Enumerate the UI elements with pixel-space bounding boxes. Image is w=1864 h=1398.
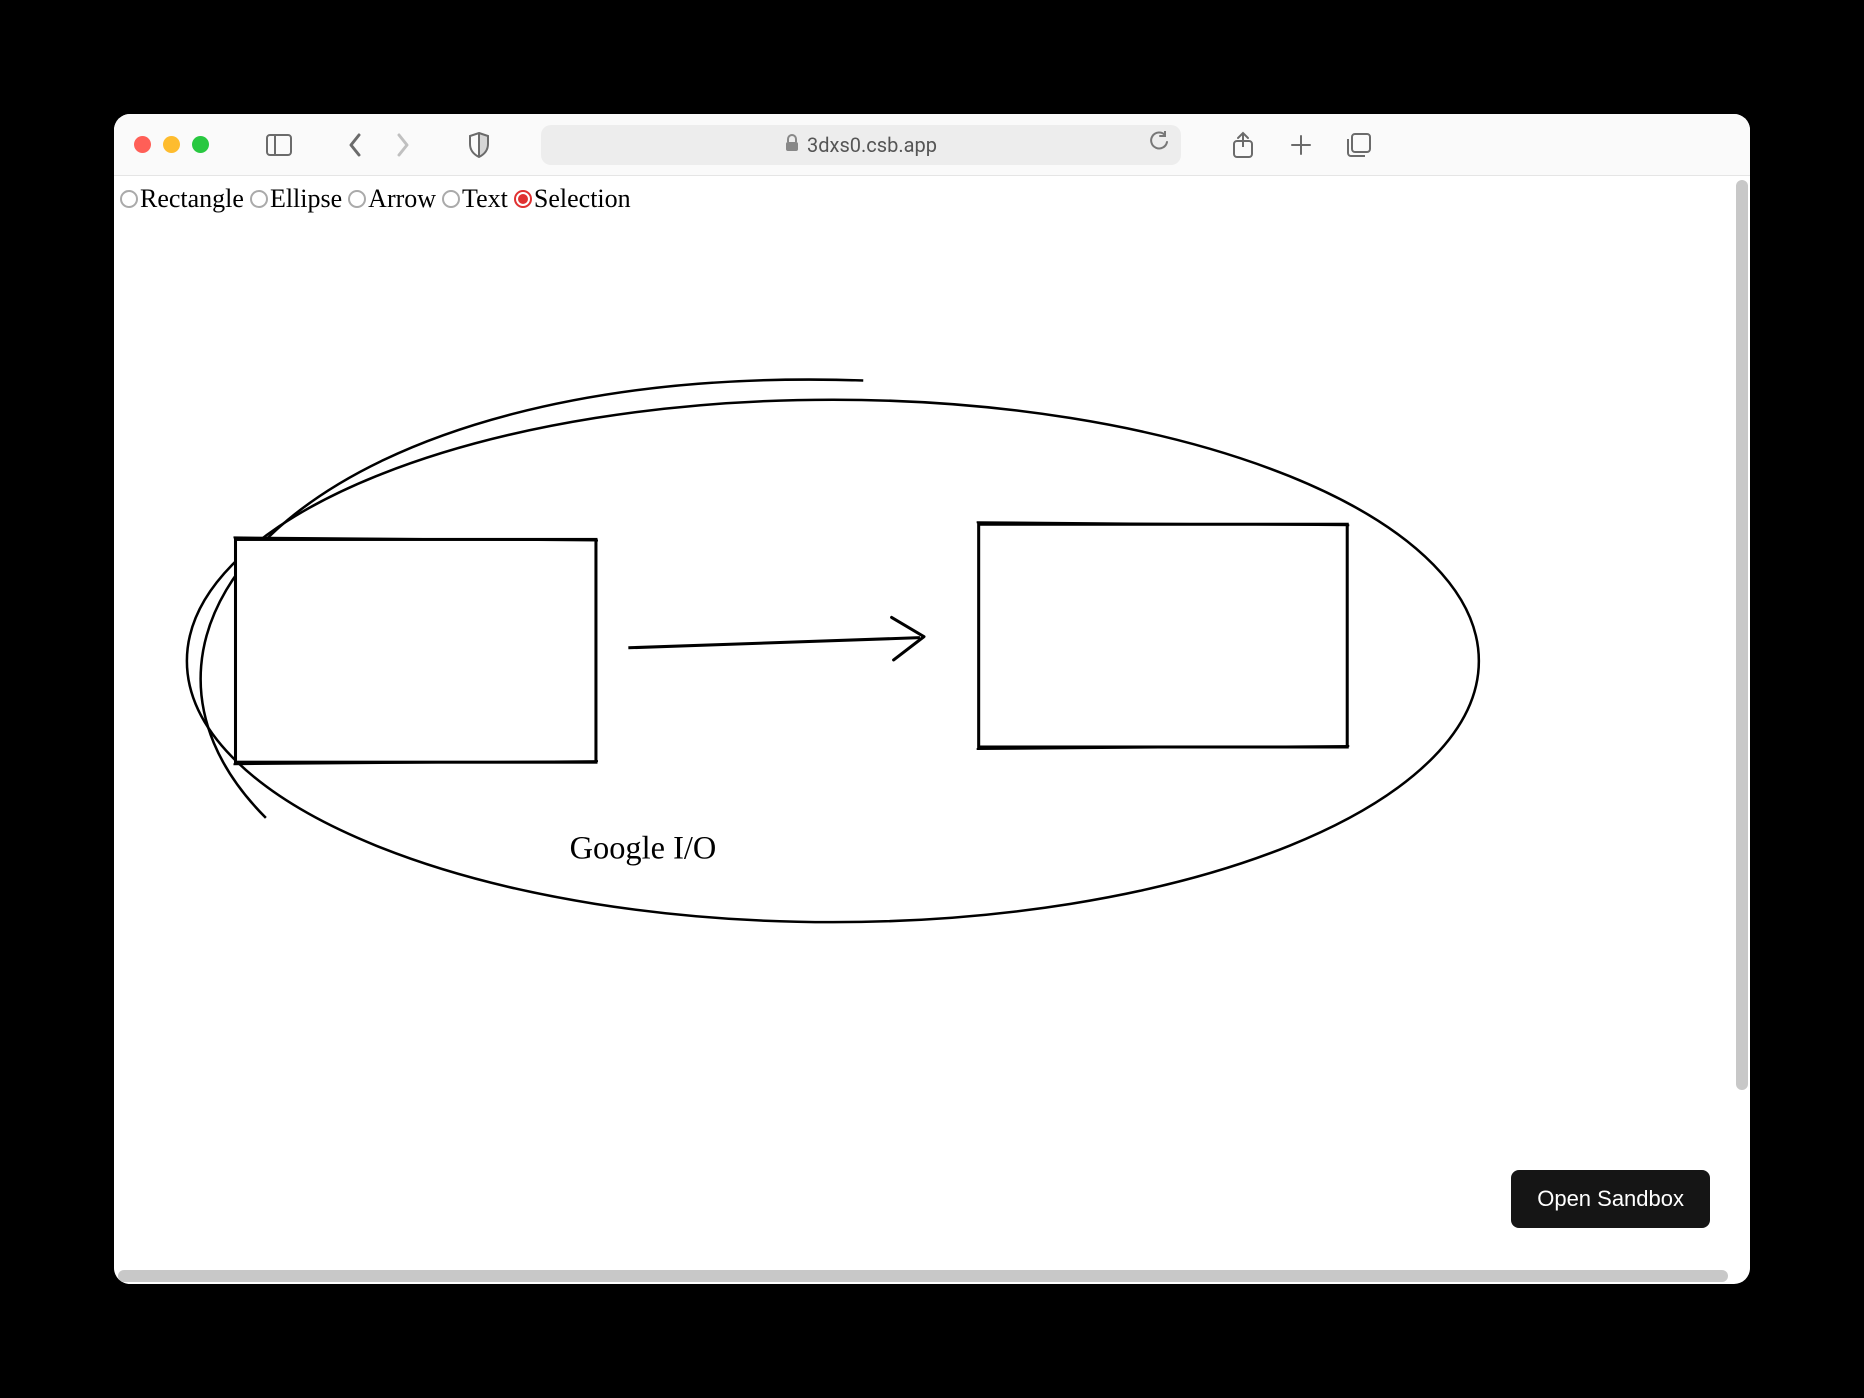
open-sandbox-button[interactable]: Open Sandbox <box>1511 1170 1710 1228</box>
maximize-window-button[interactable] <box>192 136 209 153</box>
drawing-canvas[interactable]: Google I/O <box>114 226 1734 1268</box>
traffic-lights <box>134 136 209 153</box>
browser-titlebar: 3dxs0.csb.app <box>114 114 1750 176</box>
tool-label: Ellipse <box>270 184 342 214</box>
shape-rectangle-right[interactable] <box>977 522 1350 749</box>
minimize-window-button[interactable] <box>163 136 180 153</box>
radio-icon <box>250 190 268 208</box>
drawing-toolbar: Rectangle Ellipse Arrow Text Selection <box>114 176 1750 222</box>
horizontal-scrollbar[interactable] <box>118 1270 1728 1282</box>
tabs-overview-icon[interactable] <box>1345 131 1373 159</box>
privacy-shield-icon[interactable] <box>465 131 493 159</box>
tool-ellipse[interactable]: Ellipse <box>250 184 342 214</box>
shape-arrow[interactable] <box>628 617 924 660</box>
nav-group <box>341 131 417 159</box>
share-icon[interactable] <box>1229 131 1257 159</box>
radio-icon <box>442 190 460 208</box>
toolbar-actions <box>1229 131 1373 159</box>
tool-label: Rectangle <box>140 184 244 214</box>
page-content: Rectangle Ellipse Arrow Text Selection <box>114 176 1750 1284</box>
tool-selection[interactable]: Selection <box>514 184 631 214</box>
reload-icon[interactable] <box>1149 131 1169 158</box>
address-bar[interactable]: 3dxs0.csb.app <box>541 125 1181 165</box>
lock-icon <box>785 133 799 157</box>
vertical-scrollbar[interactable] <box>1736 180 1748 1090</box>
tool-text[interactable]: Text <box>442 184 508 214</box>
back-button[interactable] <box>341 131 369 159</box>
address-bar-url: 3dxs0.csb.app <box>807 133 937 157</box>
browser-window: 3dxs0.csb.app Rectangle El <box>114 114 1750 1284</box>
shape-text[interactable]: Google I/O <box>570 830 717 866</box>
canvas-svg: Google I/O <box>114 226 1734 1268</box>
tool-rectangle[interactable]: Rectangle <box>120 184 244 214</box>
new-tab-icon[interactable] <box>1287 131 1315 159</box>
tool-label: Selection <box>534 184 631 214</box>
tool-label: Arrow <box>368 184 436 214</box>
close-window-button[interactable] <box>134 136 151 153</box>
tool-label: Text <box>462 184 508 214</box>
sidebar-toggle-icon[interactable] <box>265 131 293 159</box>
shape-rectangle-left[interactable] <box>233 537 597 764</box>
radio-icon <box>120 190 138 208</box>
tool-arrow[interactable]: Arrow <box>348 184 436 214</box>
radio-icon <box>348 190 366 208</box>
forward-button[interactable] <box>389 131 417 159</box>
radio-icon <box>514 190 532 208</box>
